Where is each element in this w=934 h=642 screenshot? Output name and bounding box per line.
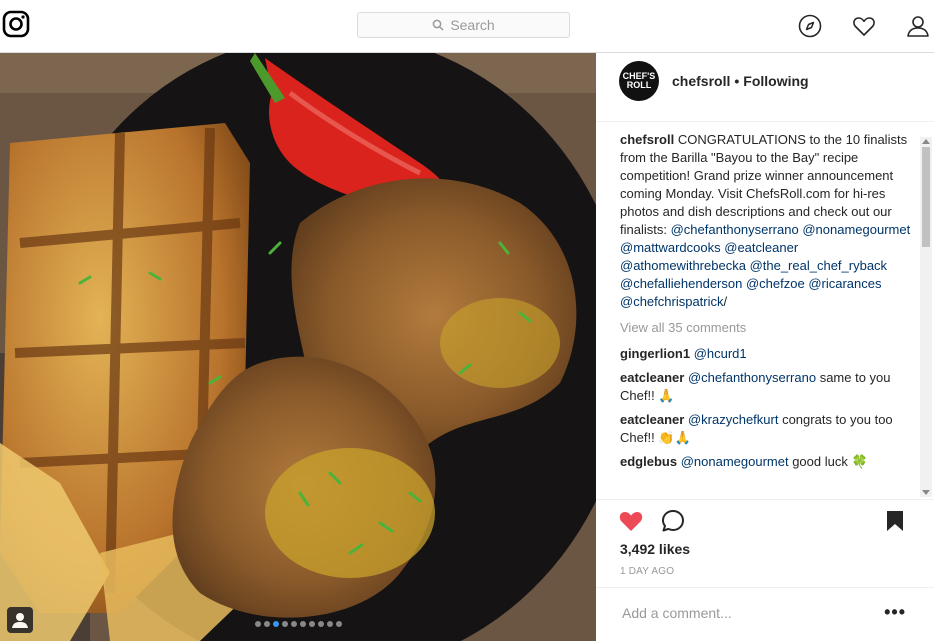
search-placeholder: Search [450,17,495,33]
more-options-button[interactable]: ••• [884,602,906,623]
comments-list[interactable]: chefsroll CONGRATULATIONS to the 10 fina… [620,131,912,493]
post-actions [596,499,934,540]
top-nav-bar: Search [0,0,934,53]
mention-link[interactable]: @chefzoe [746,276,805,291]
user-tag-icon [12,613,28,628]
carousel-dot [335,621,342,627]
user-tag-button[interactable] [7,607,33,633]
mention-link[interactable]: @the_real_chef_ryback [750,258,888,273]
post-sidebar: CHEF'S ROLL chefsroll • Following chefsrol… [596,53,934,641]
comment-item: eatcleaner @krazychefkurt congrats to yo… [620,411,912,447]
comment-item: eatcleaner @chefanthonyserrano same to y… [620,369,912,405]
food-photo-illustration [0,53,596,641]
carousel-dot [299,621,306,627]
mention-link[interactable]: @mattwardcooks [620,240,721,255]
heart-icon[interactable] [618,508,644,534]
mention-link[interactable]: @nonamegourmet [802,222,910,237]
post-author-username[interactable]: chefsroll [672,73,730,89]
mention-link[interactable]: @ricarances [808,276,881,291]
post-caption: chefsroll CONGRATULATIONS to the 10 fina… [620,131,912,311]
heart-icon[interactable] [852,14,876,38]
comment-username[interactable]: gingerlion1 [620,346,690,361]
mention-link[interactable]: @athomewithrebecka [620,258,746,273]
comment-icon[interactable] [660,508,686,534]
carousel-dot [254,621,261,627]
add-comment-input[interactable] [620,604,874,622]
separator: • [734,73,740,89]
avatar-text: CHEF'S ROLL [622,71,656,90]
carousel-indicator [0,621,596,627]
mention-link[interactable]: @chefalliehenderson [620,276,742,291]
comment-username[interactable]: edglebus [620,454,677,469]
add-comment-bar: ••• [596,587,934,642]
post-author-line: chefsroll • Following [672,73,809,89]
comment-items: gingerlion1 @hcurd1 eatcleaner @chefanth… [620,345,912,471]
caption-username[interactable]: chefsroll [620,132,674,147]
post-header: CHEF'S ROLL chefsroll • Following [596,53,934,122]
view-all-comments-link[interactable]: View all 35 comments [620,319,912,337]
mention-link[interactable]: @krazychefkurt [688,412,779,427]
comment-item: edglebus @nonamegourmet good luck 🍀 [620,453,912,471]
mention-link[interactable]: @nonamegourmet [681,454,789,469]
scrollbar-thumb[interactable] [922,147,930,247]
carousel-dot [290,621,297,627]
search-input[interactable]: Search [357,12,570,38]
instagram-logo-icon[interactable] [2,10,30,38]
carousel-dot [263,621,270,627]
comment-text: good luck 🍀 [792,454,868,469]
profile-icon[interactable] [906,14,930,38]
caption-trailing: / [723,294,728,309]
post-photo[interactable] [0,53,596,641]
likes-count[interactable]: 3,492 likes [620,541,690,557]
bookmark-icon[interactable] [882,508,908,534]
carousel-dot [281,621,288,627]
mention-link[interactable]: @eatcleaner [724,240,798,255]
avatar[interactable]: CHEF'S ROLL [619,61,659,101]
follow-button[interactable]: Following [743,73,808,89]
scroll-down-icon[interactable] [922,490,930,495]
carousel-dot [272,621,279,627]
compass-icon[interactable] [798,14,822,38]
mention-link[interactable]: @hcurd1 [694,346,747,361]
mention-link[interactable]: @chefanthonyserrano [671,222,799,237]
search-icon [432,19,444,31]
comment-username[interactable]: eatcleaner [620,412,684,427]
mention-link[interactable]: @chefchrispatrick [620,294,724,309]
mention-link[interactable]: @chefanthonyserrano [688,370,816,385]
comment-username[interactable]: eatcleaner [620,370,684,385]
carousel-dot [308,621,315,627]
post-timestamp[interactable]: 1 DAY AGO [620,566,674,577]
comment-item: gingerlion1 @hcurd1 [620,345,912,363]
scroll-up-icon[interactable] [922,139,930,144]
comments-scrollbar[interactable] [920,137,932,497]
carousel-dot [317,621,324,627]
carousel-dot [326,621,333,627]
